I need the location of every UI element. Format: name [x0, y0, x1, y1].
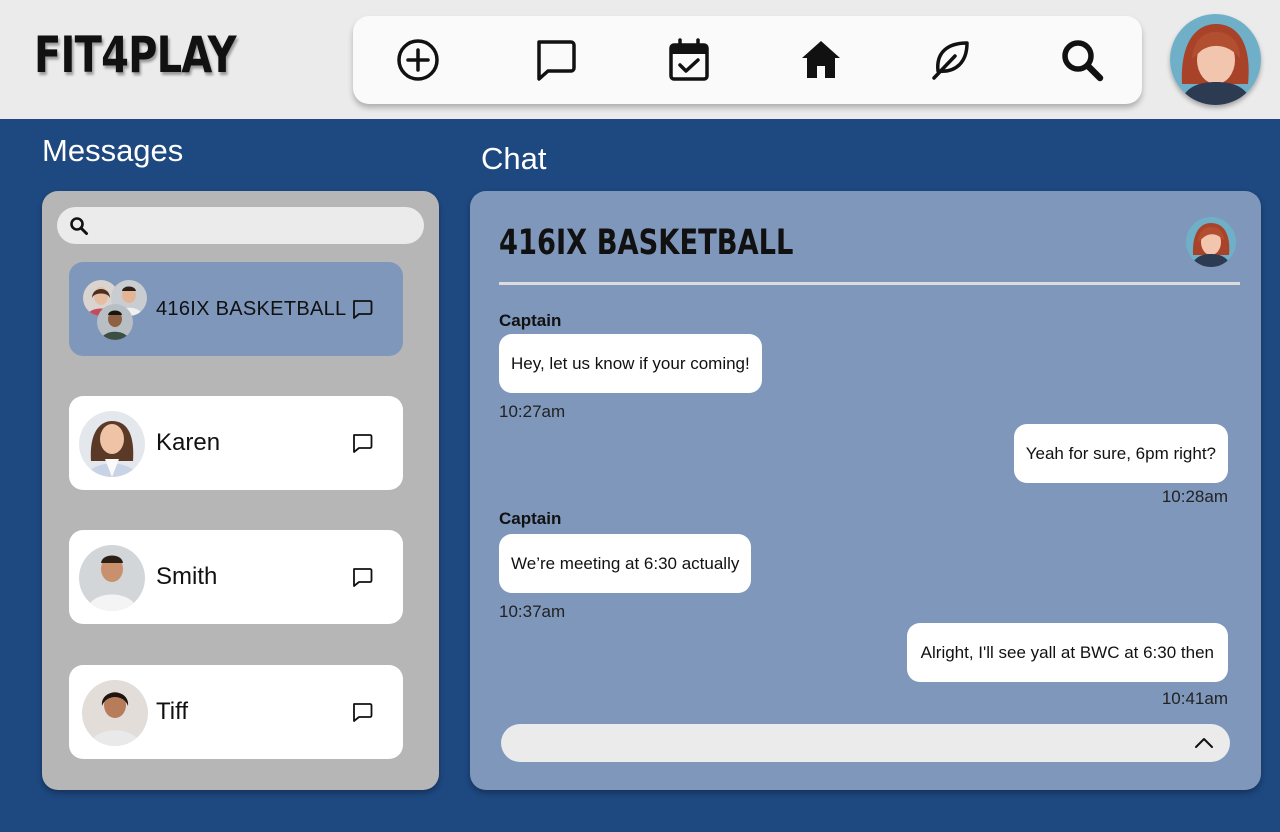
nav-search-button[interactable] — [1057, 35, 1107, 85]
contact-416ix-basketball[interactable]: 416IX BASKETBALL — [69, 262, 403, 356]
contact-name: 416IX BASKETBALL — [156, 297, 347, 320]
messages-title: Messages — [42, 133, 184, 168]
nav-add-button[interactable] — [393, 35, 443, 85]
main-nav — [353, 16, 1142, 104]
contact-name: Tiff — [156, 698, 189, 725]
top-bar: FIT4PLAY — [0, 0, 1280, 119]
message-sender: Captain — [499, 311, 562, 330]
group-member-avatar — [97, 304, 133, 340]
conversation-avatar[interactable] — [1186, 217, 1236, 267]
chat-bubble-icon[interactable] — [351, 298, 373, 320]
contact-smith[interactable]: Smith — [69, 530, 403, 624]
chat-bubble-icon — [537, 40, 576, 81]
group-avatar — [81, 280, 147, 340]
chat-bubble-icon[interactable] — [351, 701, 373, 723]
nav-wellness-button[interactable] — [926, 35, 976, 85]
nav-messages-button[interactable] — [530, 35, 580, 85]
chat-bubble-icon[interactable] — [351, 566, 373, 588]
home-icon — [802, 41, 840, 78]
message-compose-bar[interactable] — [501, 724, 1230, 762]
chat-title: Chat — [481, 141, 547, 176]
messages-panel: 416IX BASKETBALL Karen Smith Tiff — [42, 191, 439, 790]
message-input[interactable] — [517, 734, 1167, 752]
outgoing-message-bubble: Yeah for sure, 6pm right? — [1013, 424, 1228, 483]
message-timestamp: 10:27am — [499, 402, 566, 421]
search-icon — [70, 216, 88, 235]
chat-header-divider — [499, 282, 1240, 285]
calendar-check-icon — [669, 38, 709, 81]
incoming-message-bubble: Hey, let us know if your coming! — [499, 334, 762, 393]
incoming-message-bubble: We’re meeting at 6:30 actually — [499, 534, 752, 593]
leaf-icon — [932, 41, 969, 80]
message-timestamp: 10:28am — [1161, 487, 1228, 506]
avatar — [79, 411, 145, 477]
message-timestamp: 10:37am — [499, 602, 566, 621]
conversation-title: 416IX BASKETBALL — [499, 223, 794, 263]
nav-home-button[interactable] — [796, 35, 846, 85]
profile-photo — [1170, 14, 1261, 105]
chat-panel: 416IX BASKETBALL Captain Hey, let us kno… — [470, 191, 1261, 790]
chat-bubble-icon[interactable] — [351, 432, 373, 454]
app-logo[interactable]: FIT4PLAY — [34, 26, 237, 84]
contact-name: Karen — [156, 429, 221, 456]
contact-tiff[interactable]: Tiff — [69, 665, 403, 759]
chevron-up-icon[interactable] — [1192, 731, 1216, 755]
plus-circle-icon — [397, 39, 439, 81]
contact-name: Smith — [156, 563, 218, 590]
outgoing-message-bubble: Alright, I'll see yall at BWC at 6:30 th… — [906, 623, 1228, 682]
message-search-bar[interactable] — [57, 207, 424, 244]
search-icon — [1062, 40, 1104, 82]
avatar — [82, 680, 148, 746]
message-sender: Captain — [499, 509, 562, 528]
user-avatar[interactable] — [1170, 14, 1261, 105]
avatar — [79, 545, 145, 611]
message-search-input[interactable] — [97, 216, 417, 235]
contact-karen[interactable]: Karen — [69, 396, 403, 490]
message-timestamp: 10:41am — [1161, 689, 1228, 708]
nav-calendar-button[interactable] — [664, 35, 714, 85]
